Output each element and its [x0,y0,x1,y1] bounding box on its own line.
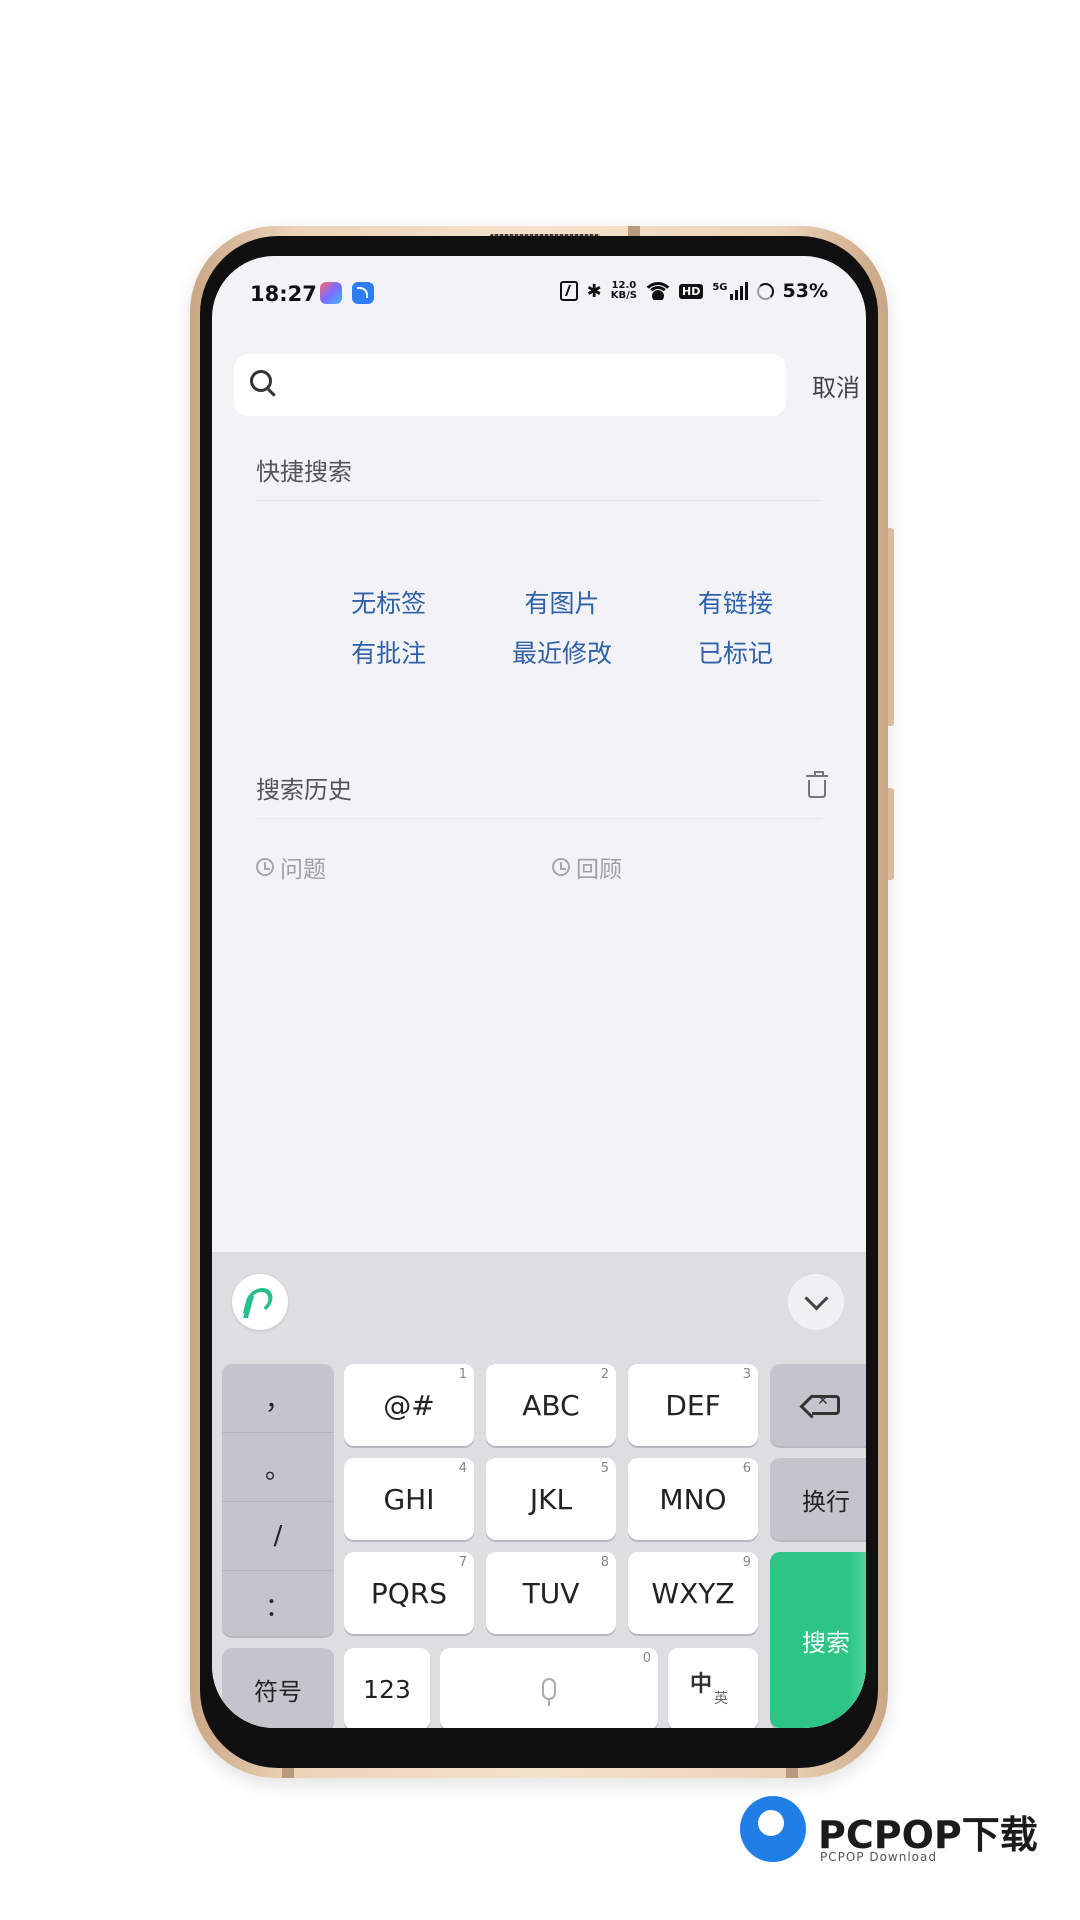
phone-screen: 18:27 ✱ 12.0 KB/S HD 5G 53% 取消 快捷搜索 无标签 … [212,256,866,1728]
backspace-button[interactable] [770,1364,866,1446]
quick-filter-has-annotation[interactable]: 有批注 [302,638,475,670]
quick-filter-no-tag[interactable]: 无标签 [302,588,475,620]
key-label: MNO [659,1482,727,1516]
language-switch-key[interactable]: 中 英 [668,1648,758,1728]
microphone-icon [542,1678,556,1706]
network-speed: 12.0 KB/S [611,281,637,301]
quick-filter-marked[interactable]: 已标记 [649,638,822,670]
key-number: 4 [458,1461,467,1476]
lang-main-label: 中 [690,1672,713,1697]
search-icon [250,370,272,392]
search-input[interactable] [292,354,776,418]
history-item-label: 回顾 [576,857,622,883]
screen-bezel: 18:27 ✱ 12.0 KB/S HD 5G 53% 取消 快捷搜索 无标签 … [200,236,878,1768]
key-label: JKL [529,1482,573,1516]
keyboard: ， 。 / ： @#1 ABC2 DEF3 GHI4 JKL5 MNO6 换行 … [212,1252,866,1728]
key-number: 5 [600,1461,609,1476]
quick-filter-has-link[interactable]: 有链接 [649,588,822,620]
quick-filter-recently-modified[interactable]: 最近修改 [475,638,648,670]
collapse-keyboard-chevron-icon[interactable] [788,1274,844,1330]
key-number: 6 [742,1461,751,1476]
newline-button[interactable]: 换行 [770,1458,866,1540]
key-label: DEF [665,1388,721,1422]
search-history-title: 搜索历史 [256,776,352,804]
key-number: 7 [458,1555,467,1570]
history-item[interactable]: 问题 [256,850,326,884]
key-label: WXYZ [651,1576,735,1610]
key-number: 1 [458,1367,467,1382]
history-item-label: 问题 [280,857,326,883]
key-5[interactable]: JKL 5 [486,1458,616,1540]
lang-sub-label: 英 [714,1691,728,1707]
key-number: 8 [600,1555,609,1570]
punct-key-slash[interactable]: / [222,1502,334,1571]
key-3[interactable]: DEF 3 [628,1364,758,1446]
divider [256,500,822,501]
key-label: @# [383,1388,435,1422]
key-number: 2 [600,1367,609,1382]
key-number: 0 [642,1651,651,1666]
battery-icon [756,282,774,300]
key-6[interactable]: MNO 6 [628,1458,758,1540]
key-label: PQRS [370,1576,448,1610]
key-label: ABC [522,1388,580,1422]
clock-icon [552,858,570,876]
trash-icon[interactable] [806,771,828,798]
quick-filter-has-image[interactable]: 有图片 [475,588,648,620]
status-icons: ✱ 12.0 KB/S HD 5G 53% [559,280,828,302]
status-time: 18:27 [250,282,317,306]
phone-frame: 18:27 ✱ 12.0 KB/S HD 5G 53% 取消 快捷搜索 无标签 … [190,226,894,1778]
app-notification-icon [320,282,342,304]
key-9[interactable]: WXYZ 9 [628,1552,758,1634]
key-number: 9 [742,1555,751,1570]
punctuation-column[interactable]: ， 。 / ： [222,1364,334,1636]
punct-key-period[interactable]: 。 [222,1433,334,1502]
ime-logo-icon[interactable] [232,1274,288,1330]
key-label: GHI [383,1482,435,1516]
key-2[interactable]: ABC 2 [486,1364,616,1446]
quick-search-title: 快捷搜索 [256,458,352,486]
punct-key-colon[interactable]: ： [222,1571,334,1639]
clock-icon [256,858,274,876]
signal-type-label: 5G [712,282,728,293]
quick-search-grid: 无标签 有图片 有链接 有批注 最近修改 已标记 [302,588,822,670]
hd-voice-badge: HD [679,283,704,299]
cell-signal-icon: 5G [712,282,748,300]
power-button [888,788,894,880]
wifi-icon [646,282,670,300]
search-submit-button[interactable]: 搜索 [770,1552,866,1728]
space-voice-key[interactable]: 0 [440,1648,658,1728]
key-1[interactable]: @# 1 [344,1364,474,1446]
watermark-subtitle: PCPOP Download [820,1850,937,1864]
key-8[interactable]: TUV 8 [486,1552,616,1634]
numeric-key[interactable]: 123 [344,1648,430,1728]
share-app-icon [352,282,374,304]
punct-key-comma[interactable]: ， [222,1364,334,1433]
bluetooth-icon: ✱ [586,280,602,302]
status-bar: 18:27 ✱ 12.0 KB/S HD 5G 53% [212,256,866,316]
search-box[interactable] [234,354,786,418]
network-speed-unit: KB/S [610,290,637,301]
key-label: TUV [522,1576,580,1610]
battery-percent: 53% [782,280,828,302]
history-item[interactable]: 回顾 [552,850,622,884]
key-7[interactable]: PQRS 7 [344,1552,474,1634]
key-number: 3 [742,1367,751,1382]
nfc-icon [559,281,578,301]
pcpop-logo-icon [740,1796,806,1862]
cancel-button[interactable]: 取消 [812,368,860,403]
symbol-key[interactable]: 符号 [222,1648,334,1728]
key-4[interactable]: GHI 4 [344,1458,474,1540]
backspace-icon [812,1393,840,1415]
volume-button [888,528,894,726]
divider [256,818,822,819]
